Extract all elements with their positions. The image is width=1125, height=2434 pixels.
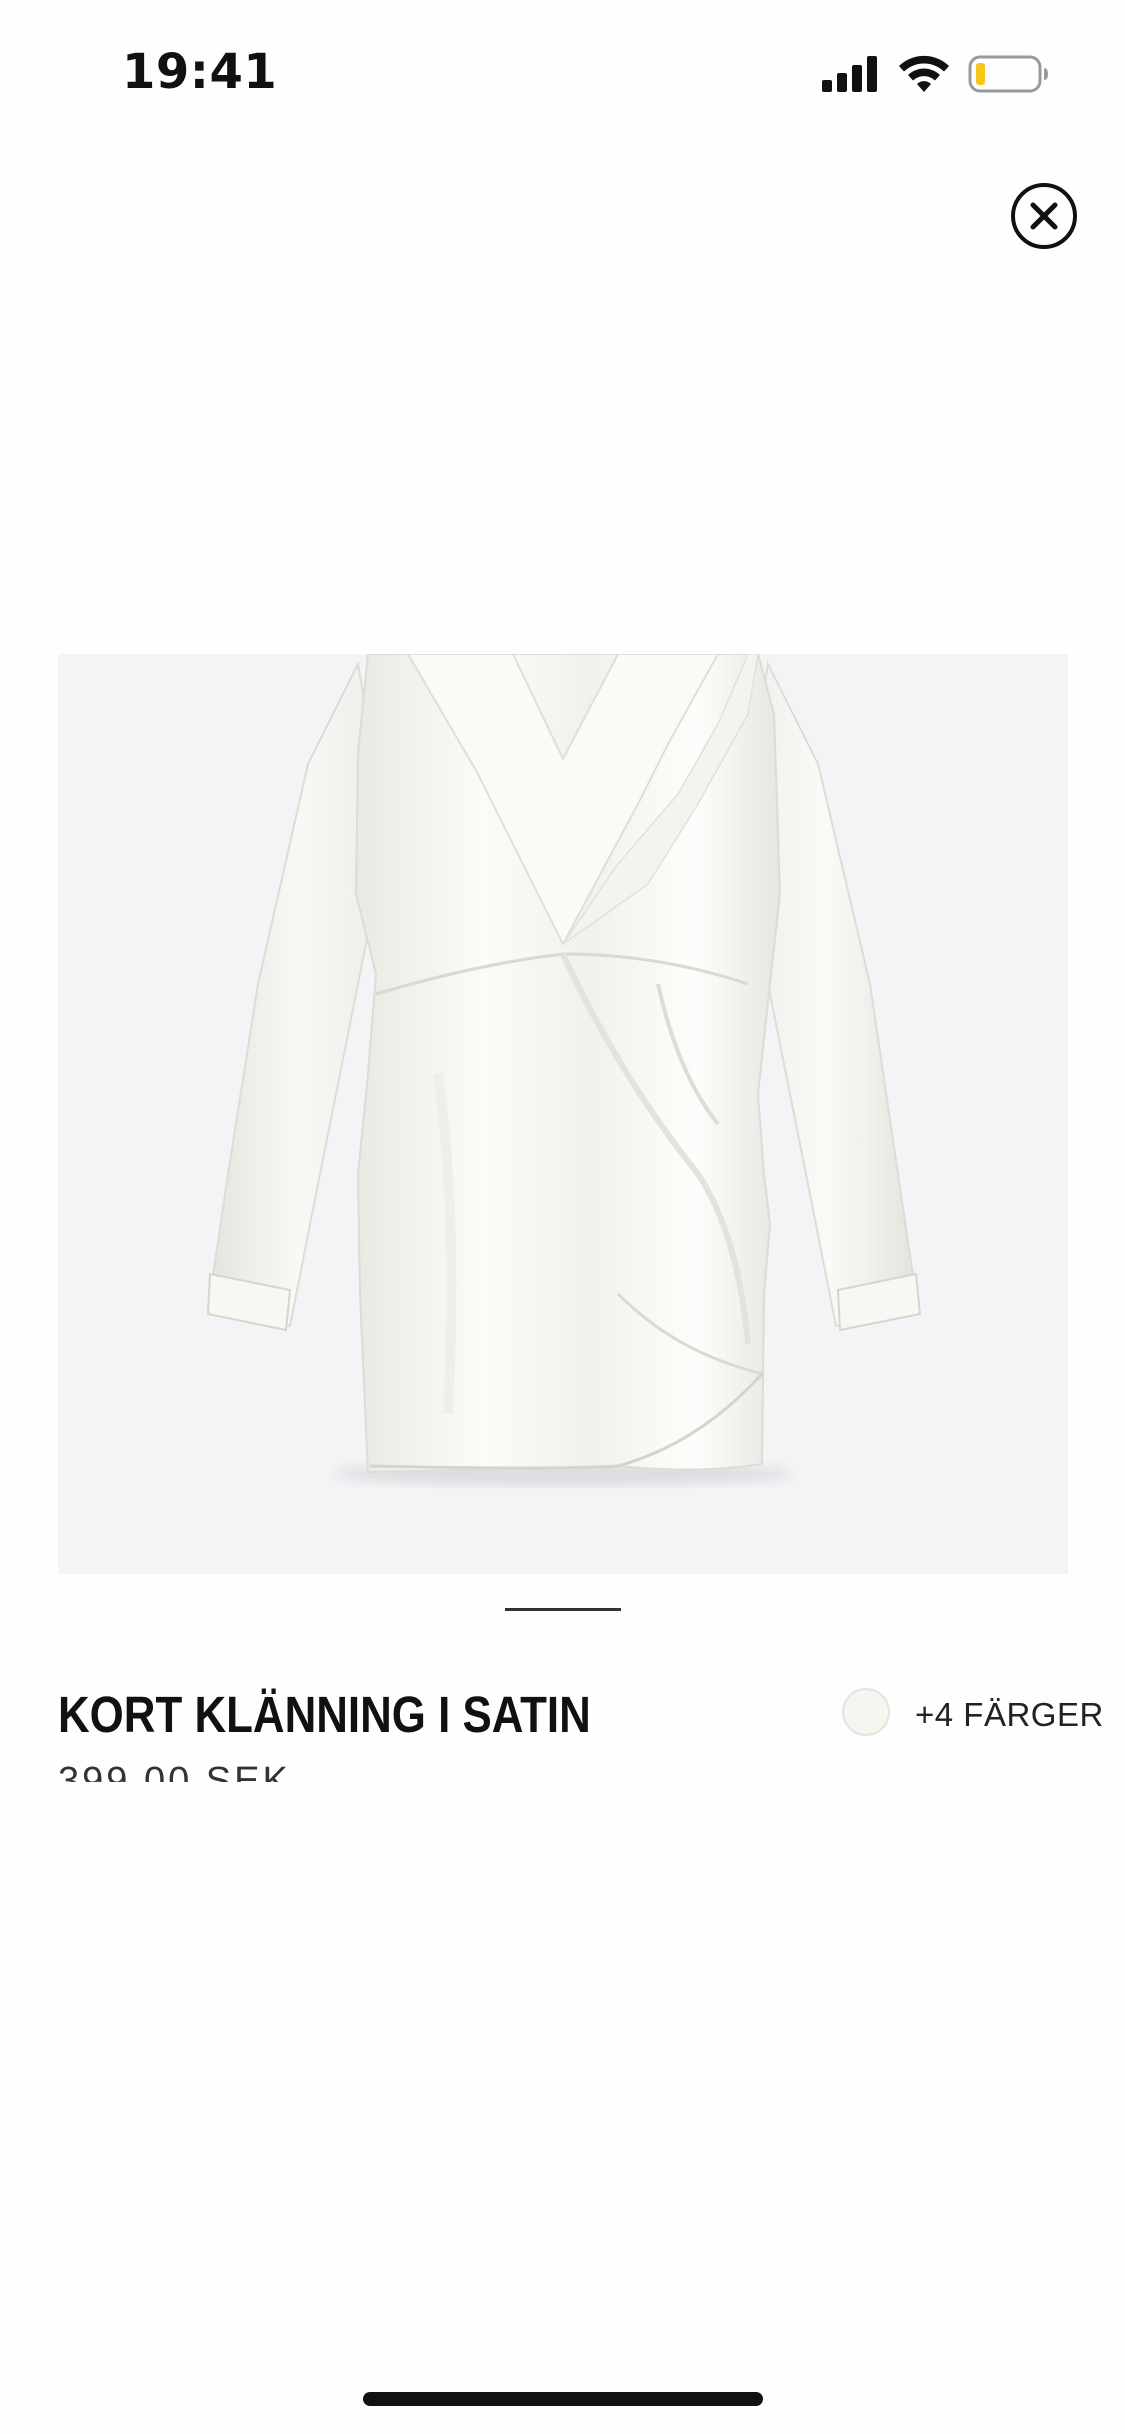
home-indicator[interactable] — [363, 2392, 763, 2406]
close-circle-icon — [1011, 183, 1077, 249]
close-button[interactable] — [1010, 182, 1078, 250]
satin-wrap-dress-image — [206, 654, 922, 1486]
wifi-icon — [898, 54, 950, 94]
status-time: 19:41 — [122, 44, 278, 100]
status-bar: 19:41 — [0, 0, 1125, 140]
color-swatch[interactable] — [842, 1688, 890, 1736]
more-colors-link[interactable]: +4 FÄRGER — [915, 1696, 1104, 1734]
product-price: 399,00 SEK — [58, 1760, 291, 1782]
product-image[interactable] — [58, 654, 1068, 1574]
gallery-page-indicator — [505, 1608, 621, 1611]
battery-low-icon — [968, 54, 1050, 94]
product-price-container: 399,00 SEK — [58, 1760, 658, 1782]
product-title: KORT KLÄNNING I SATIN — [58, 1686, 591, 1743]
cellular-signal-icon — [822, 56, 880, 92]
